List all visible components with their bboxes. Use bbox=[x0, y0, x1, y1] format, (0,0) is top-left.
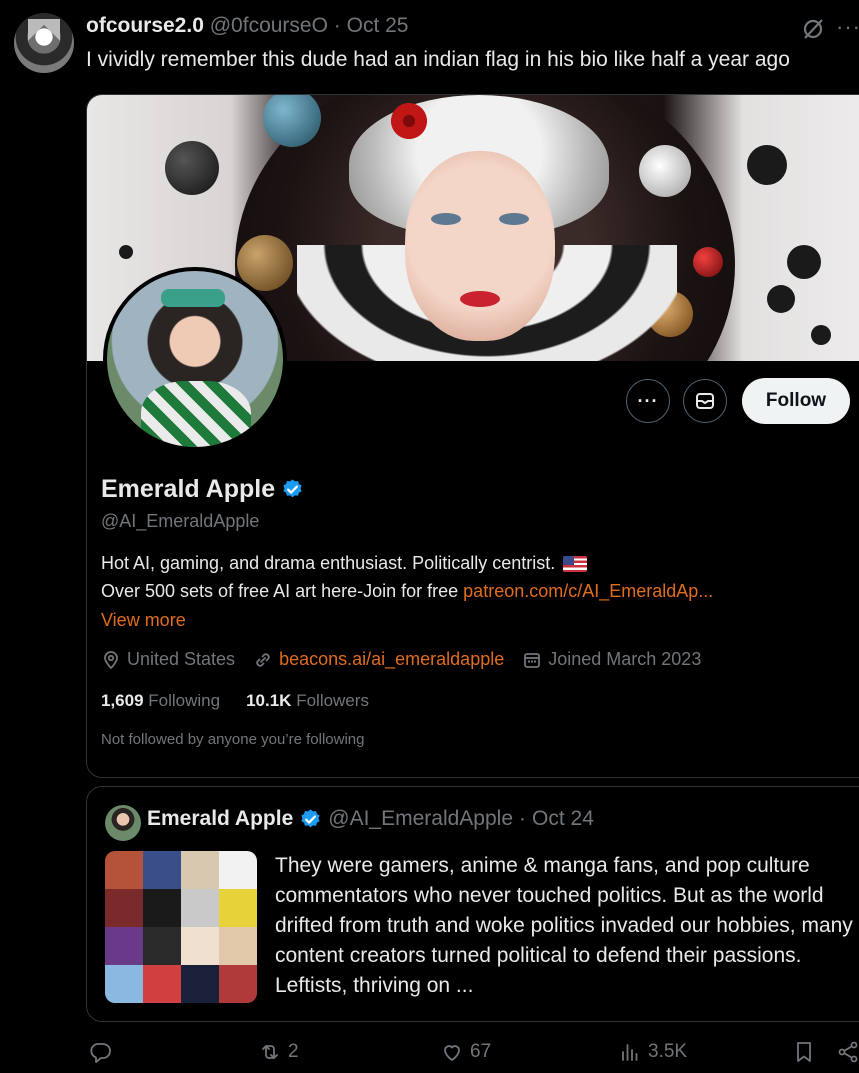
view-count: 3.5K bbox=[648, 1041, 688, 1062]
like-button[interactable]: 67 bbox=[440, 1040, 491, 1064]
patreon-link: patreon.com/c/AI_EmeraldAp... bbox=[463, 581, 714, 601]
link-icon bbox=[256, 652, 270, 667]
quoted-header: Emerald Apple @AI_EmeraldApple · Oct 24 bbox=[147, 807, 594, 831]
profile-more-button: ··· bbox=[626, 379, 670, 423]
joined-text: Joined March 2023 bbox=[548, 649, 702, 669]
following-stat: 1,609 Following bbox=[101, 691, 220, 711]
website-link: beacons.ai/ai_emeraldapple bbox=[279, 649, 505, 669]
analytics-icon bbox=[622, 1044, 638, 1061]
us-flag-icon bbox=[563, 555, 588, 572]
joined-item: Joined March 2023 bbox=[522, 649, 701, 670]
follow-button: Follow bbox=[742, 378, 850, 424]
author-name[interactable]: ofcourse2.0 bbox=[86, 14, 204, 37]
profile-handle: @AI_EmeraldApple bbox=[101, 511, 260, 531]
quoted-author-name: Emerald Apple bbox=[147, 807, 294, 830]
heart-icon bbox=[444, 1045, 460, 1061]
tweet-text: I vividly remember this dude had an indi… bbox=[86, 48, 790, 71]
calendar-icon bbox=[524, 652, 541, 668]
bio-text: Hot AI, gaming, and drama enthusiast. Po… bbox=[101, 553, 556, 573]
reply-icon bbox=[90, 1043, 111, 1063]
follow-stats: 1,609 Following 10.1K Followers bbox=[101, 691, 369, 711]
verified-badge-icon bbox=[283, 479, 302, 498]
quoted-text: They were gamers, anime & manga fans, an… bbox=[275, 854, 853, 997]
grok-icon[interactable] bbox=[800, 16, 826, 42]
share-button[interactable] bbox=[836, 1040, 859, 1064]
profile-card-image[interactable]: ··· Follow Emerald Apple @AI_EmeraldAppl… bbox=[86, 94, 859, 778]
retweet-icon bbox=[262, 1045, 278, 1059]
share-icon bbox=[838, 1041, 858, 1063]
bio-line-1: Hot AI, gaming, and drama enthusiast. Po… bbox=[101, 553, 588, 574]
separator: · bbox=[519, 807, 527, 830]
views-button[interactable]: 3.5K bbox=[618, 1040, 687, 1064]
quoted-avatar bbox=[105, 805, 141, 841]
followers-count: 10.1K bbox=[246, 691, 292, 710]
quoted-media-thumbnail[interactable] bbox=[105, 851, 257, 1003]
not-followed-note: Not followed by anyone you’re following bbox=[101, 731, 365, 748]
location-pin-icon bbox=[104, 650, 118, 669]
website-item: beacons.ai/ai_emeraldapple bbox=[253, 649, 504, 670]
location-item: United States bbox=[101, 649, 235, 670]
tweet-date[interactable]: Oct 25 bbox=[347, 14, 409, 37]
quoted-tweet[interactable]: Emerald Apple @AI_EmeraldApple · Oct 24 … bbox=[86, 786, 859, 1022]
message-button bbox=[683, 379, 727, 423]
separator: · bbox=[333, 14, 341, 37]
bookmark-icon bbox=[797, 1042, 811, 1062]
followers-label: Followers bbox=[296, 691, 369, 710]
tweet-header: ofcourse2.0 @0fcourseO · Oct 25 bbox=[86, 14, 409, 38]
bookmark-button[interactable] bbox=[792, 1040, 816, 1064]
bio-text-2: Over 500 sets of free AI art here-Join f… bbox=[101, 581, 464, 601]
profile-avatar bbox=[103, 267, 287, 451]
like-count: 67 bbox=[470, 1041, 492, 1062]
profile-name: Emerald Apple bbox=[101, 475, 276, 503]
following-label: Following bbox=[148, 691, 221, 710]
location-text: United States bbox=[127, 649, 236, 669]
author-avatar[interactable] bbox=[14, 13, 74, 73]
quoted-date: Oct 24 bbox=[532, 807, 594, 830]
author-handle[interactable]: @0fcourseO bbox=[210, 14, 328, 37]
verified-badge-icon bbox=[301, 808, 320, 827]
envelope-icon bbox=[696, 393, 714, 409]
quoted-author-handle: @AI_EmeraldApple bbox=[328, 807, 514, 830]
profile-meta: United States beacons.ai/ai_emeraldapple… bbox=[101, 649, 719, 670]
retweet-count: 2 bbox=[288, 1041, 299, 1062]
retweet-button[interactable]: 2 bbox=[258, 1040, 299, 1064]
profile-name-row: Emerald Apple bbox=[101, 475, 304, 504]
more-options-icon[interactable]: ··· bbox=[836, 14, 859, 40]
followers-stat: 10.1K Followers bbox=[246, 691, 369, 711]
reply-button[interactable] bbox=[88, 1040, 112, 1064]
view-more-link: View more bbox=[101, 610, 186, 630]
bio-line-2: Over 500 sets of free AI art here-Join f… bbox=[101, 581, 713, 602]
following-count: 1,609 bbox=[101, 691, 144, 710]
